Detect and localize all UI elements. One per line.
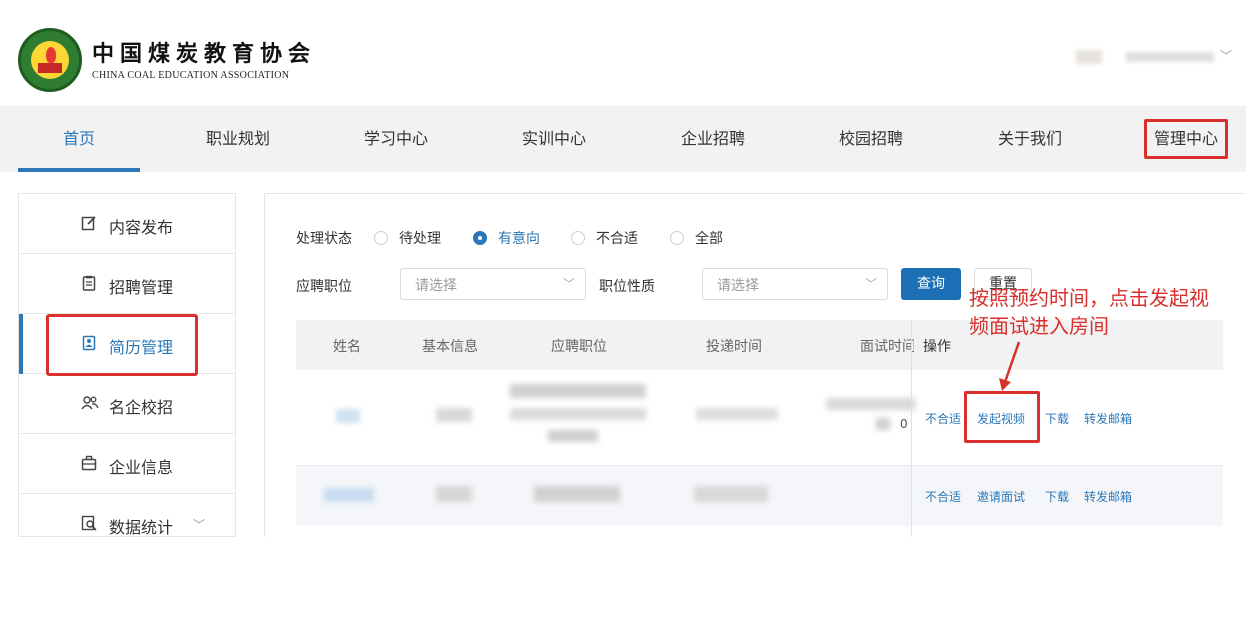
chevron-down-icon: ﹀ [562,277,575,291]
applicant-name [324,488,374,502]
column-header-actions: 操作 [923,339,951,355]
status-filter-label: 处理状态 [296,231,352,247]
nav-career-planning[interactable]: 职业规划 [180,106,296,172]
column-header-interview-time: 面试时间 [860,339,914,355]
nav-campus-recruit[interactable]: 校园招聘 [813,106,929,172]
annotation-arrow-icon [999,341,1021,391]
applicant-basic-info [436,486,472,502]
annotation-text: 按照预约时间，点击发起视 频面试进入房间 [969,284,1239,340]
invite-interview-link[interactable]: 邀请面试 [977,488,1025,505]
column-header-name: 姓名 [333,339,361,355]
interview-time [826,398,916,410]
column-header-basic-info: 基本信息 [422,339,478,355]
users-icon [81,395,99,413]
main-nav: 首页 职业规划 学习中心 实训中心 企业招聘 校园招聘 关于我们 管理中心 [0,106,1246,172]
briefcase-icon [81,455,97,473]
forward-email-link[interactable]: 转发邮箱 [1084,410,1132,427]
nav-active-indicator [18,168,140,172]
book-icon [38,63,62,73]
nature-select-placeholder: 请选择 [717,278,759,294]
annotation-highlight-box [964,391,1040,443]
sidebar-item-content-publish[interactable]: 内容发布 [19,194,235,254]
applicant-name [336,409,360,423]
sidebar-item-famous-campus[interactable]: 名企校招 [19,374,235,434]
query-button[interactable]: 查询 [901,268,961,300]
sidebar-active-indicator [19,314,23,374]
edit-icon [81,215,97,233]
applied-position [534,486,620,502]
sidebar-item-company-info[interactable]: 企业信息 [19,434,235,494]
nav-about-us[interactable]: 关于我们 [972,106,1088,172]
applied-position-line3 [548,430,598,442]
chevron-down-icon: ﹀ [864,277,877,291]
position-select-placeholder: 请选择 [415,278,457,294]
sidebar-item-label: 内容发布 [109,218,174,237]
interview-time-line2 [876,418,890,430]
radio-unsuitable-label[interactable]: 不合适 [596,228,638,248]
download-link[interactable]: 下载 [1045,410,1069,427]
association-logo[interactable] [18,28,82,92]
position-select[interactable]: 请选择 ﹀ [400,268,586,300]
column-header-submit-time: 投递时间 [706,339,762,355]
submit-time [696,408,778,420]
annotation-highlight-box [1144,119,1228,159]
radio-all-label[interactable]: 全部 [695,228,723,248]
sidebar-item-data-stats[interactable]: 数据统计 ﹀ [19,494,235,537]
actions-column-divider [911,320,912,537]
radio-interested[interactable] [473,231,487,245]
nav-learning-center[interactable]: 学习中心 [338,106,454,172]
nav-training-center[interactable]: 实训中心 [496,106,612,172]
org-name: 中国煤炭教育协会 [92,41,317,67]
chevron-down-icon[interactable]: ﹀ [1220,47,1232,64]
nature-filter-label: 职位性质 [599,279,655,295]
radio-pending-label[interactable]: 待处理 [399,228,441,248]
annotation-highlight-box [46,314,198,376]
nature-select[interactable]: 请选择 ﹀ [702,268,888,300]
sidebar-item-label: 招聘管理 [109,278,174,297]
sidebar-item-label: 企业信息 [109,458,174,477]
sidebar-item-recruit-manage[interactable]: 招聘管理 [19,254,235,314]
table-row[interactable]: 0 不合适 发起视频 下载 转发邮箱 [296,370,1223,466]
unsuitable-link[interactable]: 不合适 [925,410,961,427]
user-avatar[interactable] [1076,50,1102,64]
resume-management-panel: 处理状态 待处理 有意向 不合适 全部 应聘职位 请选择 ﹀ 职位性质 请选择 … [264,193,1246,537]
download-link[interactable]: 下载 [1045,488,1069,505]
interview-time-partial: 0 [900,417,908,431]
clipboard-icon [81,275,97,293]
submit-time [694,486,768,502]
nav-home[interactable]: 首页 [18,106,140,172]
unsuitable-link[interactable]: 不合适 [925,488,961,505]
radio-unsuitable[interactable] [571,231,585,245]
sidebar-item-label: 名企校招 [109,398,174,417]
position-filter-label: 应聘职位 [296,279,352,295]
radio-interested-label[interactable]: 有意向 [498,228,540,248]
annotation-line-1: 按照预约时间，点击发起视 [969,286,1209,310]
chevron-down-icon[interactable]: ﹀ [193,516,205,533]
annotation-line-2: 频面试进入房间 [969,314,1109,338]
user-name[interactable] [1126,52,1214,62]
flame-icon [46,47,56,63]
nav-enterprise-recruit[interactable]: 企业招聘 [655,106,771,172]
applied-position [510,384,646,398]
table-row[interactable]: 不合适 邀请面试 下载 转发邮箱 [296,466,1223,526]
logo-emblem [31,41,69,79]
applicant-basic-info [436,408,472,422]
radio-all[interactable] [670,231,684,245]
report-search-icon [81,515,97,533]
sidebar-item-label: 数据统计 [109,518,174,537]
applied-position-line2 [510,408,646,420]
radio-pending[interactable] [374,231,388,245]
forward-email-link[interactable]: 转发邮箱 [1084,488,1132,505]
site-header: 中国煤炭教育协会 CHINA COAL EDUCATION ASSOCIATIO… [0,0,1246,106]
org-name-en: CHINA COAL EDUCATION ASSOCIATION [92,70,290,81]
column-header-position: 应聘职位 [551,339,607,355]
